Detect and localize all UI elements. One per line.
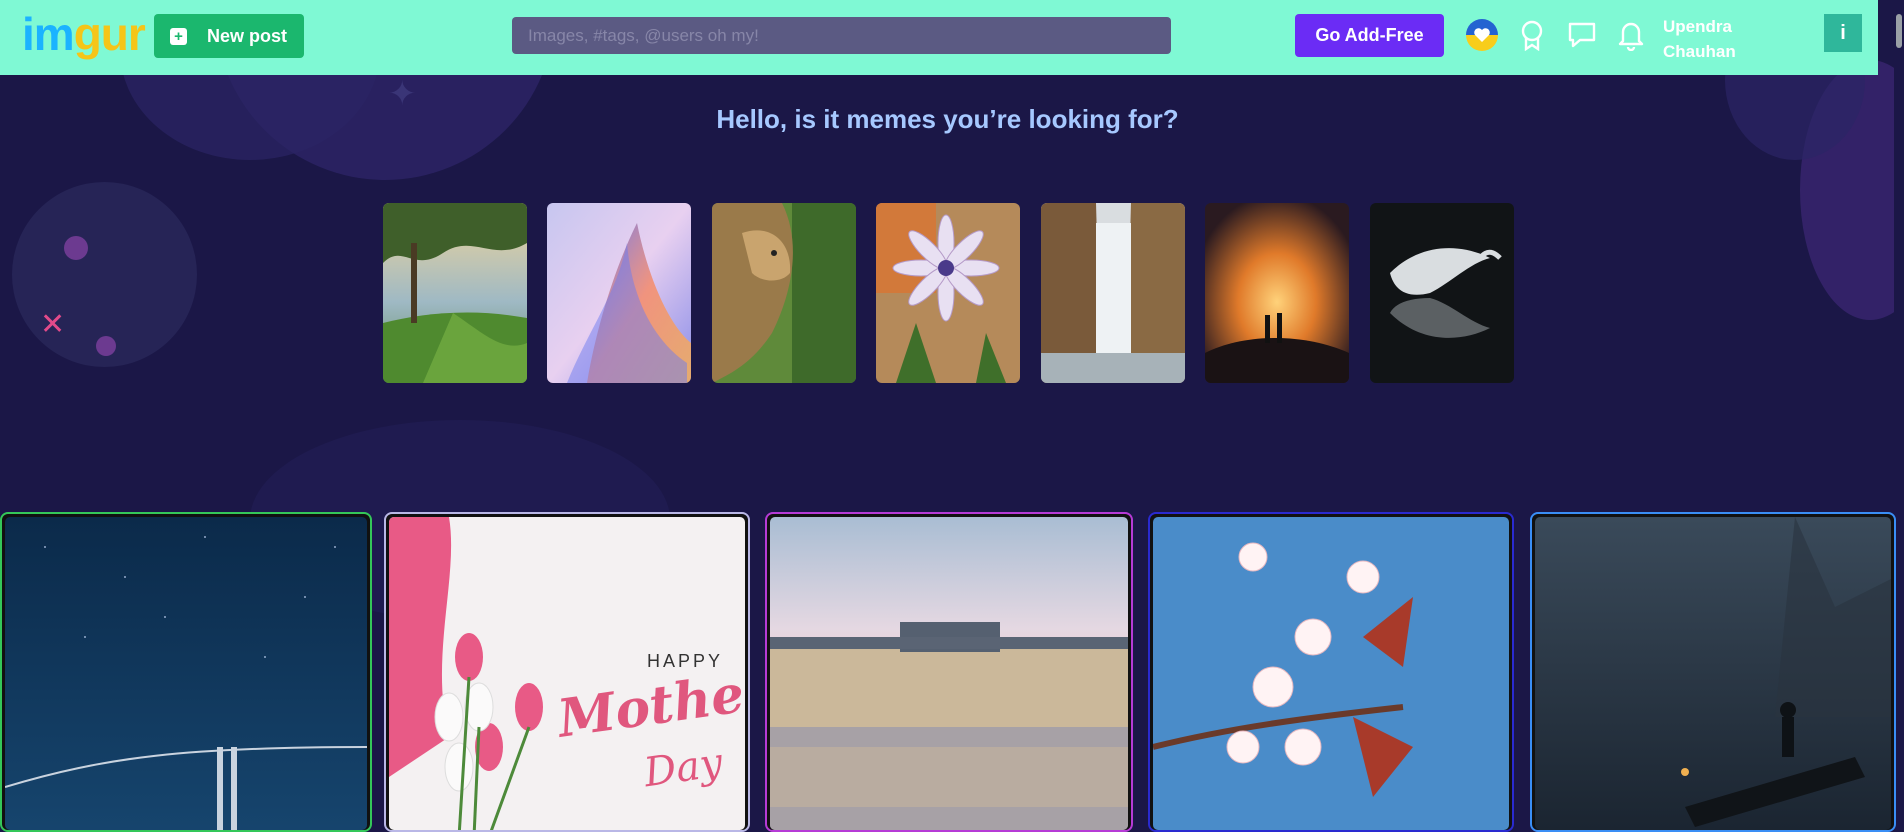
scrollbar-thumb[interactable] xyxy=(1896,14,1902,48)
thumbnail-waterfall[interactable] xyxy=(1041,203,1185,383)
post-image xyxy=(5,517,367,830)
top-navigation-bar: imgur + New post Go Add-Free xyxy=(0,0,1878,75)
post-card-fisherman[interactable] xyxy=(1530,512,1896,832)
page-title: Hello, is it memes you’re looking for? xyxy=(716,104,1179,134)
thumbnail-beach-tree[interactable] xyxy=(383,203,527,383)
imgur-logo[interactable]: imgur xyxy=(22,8,146,60)
thumbnail-sunset-couple[interactable] xyxy=(1205,203,1349,383)
thumbnail-swan[interactable] xyxy=(1370,203,1514,383)
post-card-palace-reflection[interactable] xyxy=(765,512,1133,832)
thumbnail-lion[interactable] xyxy=(712,203,856,383)
post-card-mothers-day[interactable]: HAPPY Mother's Day xyxy=(384,512,750,832)
go-ad-free-button[interactable]: Go Add-Free xyxy=(1295,14,1444,57)
thumbnail-abstract-swirl[interactable] xyxy=(547,203,691,383)
post-card-night-bridge[interactable] xyxy=(0,512,372,832)
post-image xyxy=(1535,517,1891,830)
post-image: HAPPY Mother's Day xyxy=(389,517,745,830)
user-name[interactable]: Upendra Chauhan xyxy=(1663,14,1736,64)
plus-icon: + xyxy=(170,27,187,45)
search-input[interactable] xyxy=(512,17,1171,54)
bell-icon[interactable] xyxy=(1614,18,1648,52)
thumbnail-daisy-flowers[interactable] xyxy=(876,203,1020,383)
chat-icon[interactable] xyxy=(1565,18,1599,52)
avatar[interactable]: i xyxy=(1824,14,1862,52)
post-image xyxy=(770,517,1128,830)
ukraine-heart-icon[interactable] xyxy=(1465,18,1499,52)
post-image xyxy=(1153,517,1509,830)
new-post-label: New post xyxy=(207,25,288,46)
post-card-cherry-blossom[interactable] xyxy=(1148,512,1514,832)
award-icon[interactable] xyxy=(1515,18,1549,52)
new-post-button[interactable]: + New post xyxy=(154,14,304,58)
